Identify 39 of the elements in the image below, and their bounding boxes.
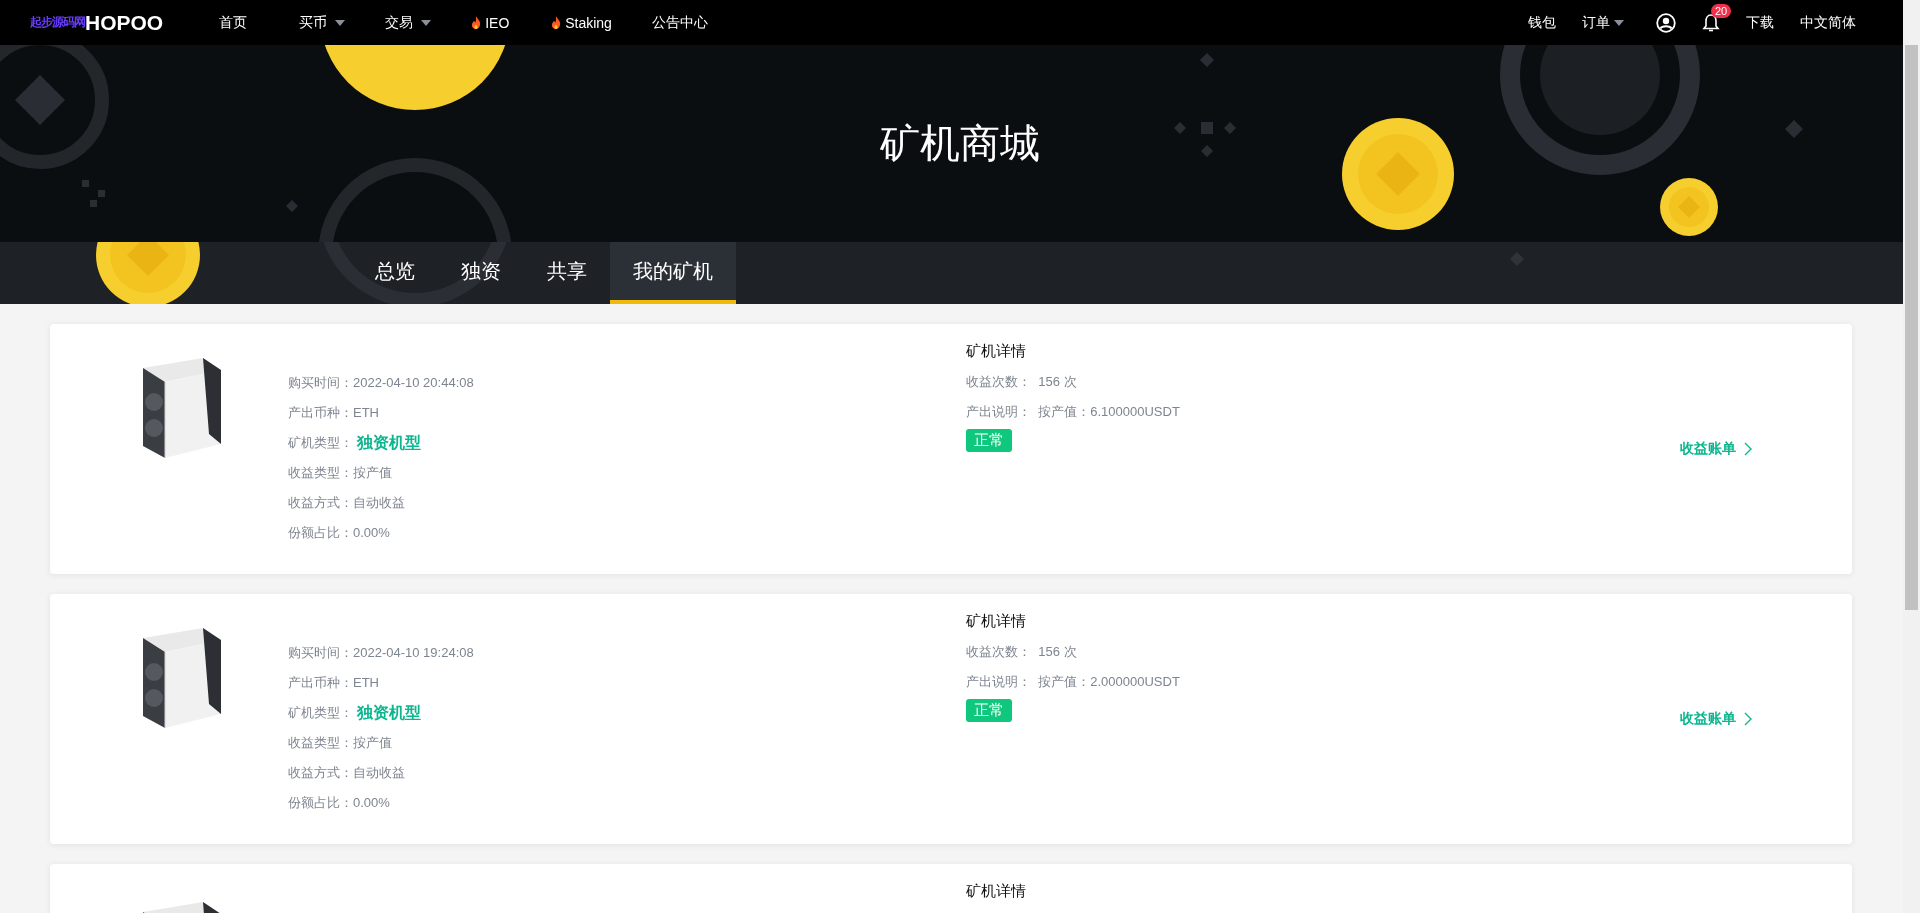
details-title: 矿机详情 xyxy=(966,882,1026,901)
detail-row-text: 收益次数： 156 次 xyxy=(966,373,1078,391)
nav-link[interactable]: 首页 xyxy=(199,13,280,32)
download-link[interactable]: 下载 xyxy=(1746,13,1774,32)
detail-row-text: 产出说明： 按产值：6.100000USDT xyxy=(966,403,1180,421)
page-title: 矿机商城 xyxy=(880,120,1040,167)
status-badge: 正常 xyxy=(966,699,1012,722)
details-title: 矿机详情 xyxy=(966,612,1027,631)
tab[interactable]: 我的矿机 xyxy=(610,242,736,304)
info-row-text: 购买时间：2022-04-10 20:44:08 xyxy=(288,374,474,392)
info-row-text: 份额占比：0.00% xyxy=(288,524,391,542)
notification-badge: 20 xyxy=(1711,3,1732,18)
info-row-text: 矿机类型： 独资机型 xyxy=(288,702,422,723)
status-badge: 正常 xyxy=(966,429,1012,452)
language-link[interactable]: 中文简体 xyxy=(1800,13,1856,32)
info-row-text: 收益类型：按产值 xyxy=(288,464,393,482)
tab[interactable]: 独资 xyxy=(438,242,524,304)
nav-link[interactable]: 交易 xyxy=(365,13,452,32)
info-row-text: 收益方式：自动收益 xyxy=(288,764,406,782)
tab[interactable]: 共享 xyxy=(524,242,610,304)
info-row-text: 份额占比：0.00% xyxy=(288,794,391,812)
info-row-text: 矿机类型： 独资机型 xyxy=(288,432,422,453)
logo-mark: 起步源码网 xyxy=(30,14,85,29)
info-row-text: 产出币种：ETH xyxy=(288,674,380,692)
info-row-text: 产出币种：ETH xyxy=(288,404,380,422)
detail-row-text: 产出说明： 按产值：2.000000USDT xyxy=(966,673,1180,691)
tab[interactable]: 总览 xyxy=(352,242,438,304)
nav-link[interactable]: Staking xyxy=(531,13,632,32)
info-row-text: 收益方式：自动收益 xyxy=(288,494,406,512)
detail-row-text: 收益次数： 156 次 xyxy=(966,643,1078,661)
nav-link[interactable]: 买币 xyxy=(279,13,366,32)
wallet-link[interactable]: 钱包 xyxy=(1528,13,1556,32)
info-row-text: 收益类型：按产值 xyxy=(288,734,393,752)
brand-logo[interactable]: HOPOO xyxy=(85,10,164,35)
orders-menu[interactable]: 订单 xyxy=(1582,13,1624,32)
nav-link[interactable]: IEO xyxy=(451,13,532,32)
nav-link[interactable]: 公告中心 xyxy=(631,13,728,32)
details-title: 矿机详情 xyxy=(966,342,1027,361)
info-row-text: 购买时间：2022-04-10 19:24:08 xyxy=(288,644,474,662)
